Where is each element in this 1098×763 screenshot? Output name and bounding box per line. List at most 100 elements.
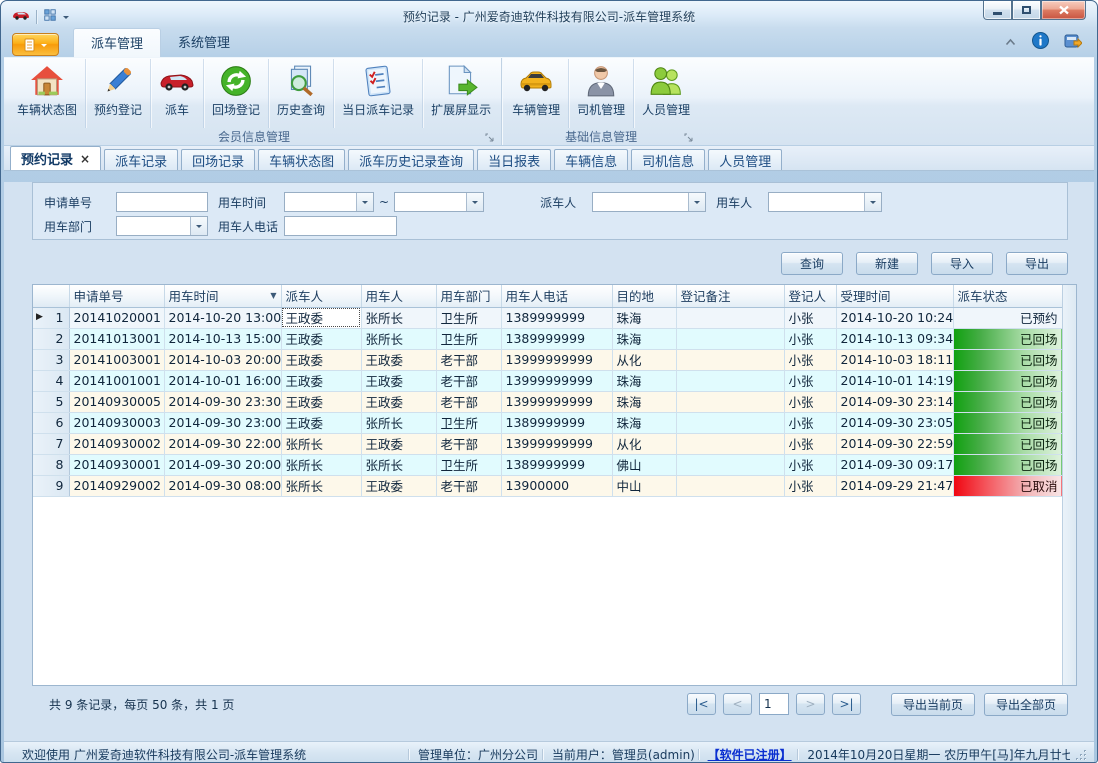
- cell-destination[interactable]: 中山: [612, 475, 676, 496]
- column-header-dispatcher[interactable]: 派车人: [281, 285, 361, 307]
- ribbon-button-today-list[interactable]: 当日派车记录: [333, 59, 422, 128]
- cell-registrar[interactable]: 小张: [784, 475, 836, 496]
- cell-use_time[interactable]: 2014-10-03 20:00: [164, 349, 281, 370]
- cell-status[interactable]: 已回场: [953, 433, 1062, 454]
- cell-status[interactable]: 已回场: [953, 412, 1062, 433]
- cell-dispatcher[interactable]: 张所长: [281, 433, 361, 454]
- export-current-page-button[interactable]: 导出当前页: [891, 693, 975, 716]
- cell-destination[interactable]: 佛山: [612, 454, 676, 475]
- ribbon-button-red-car[interactable]: 派车: [150, 59, 203, 128]
- cell-use_time[interactable]: 2014-10-13 15:00: [164, 328, 281, 349]
- cell-user[interactable]: 张所长: [361, 307, 436, 328]
- cell-remark[interactable]: [676, 349, 784, 370]
- chevron-down-icon[interactable]: [864, 193, 881, 211]
- cell-use_time[interactable]: 2014-09-30 23:00: [164, 412, 281, 433]
- table-row[interactable]: 8201409300012014-09-30 20:00张所长张所长卫生所138…: [33, 454, 1062, 475]
- cell-phone[interactable]: 13999999999: [501, 433, 612, 454]
- cell-apply_no[interactable]: 20140929002: [69, 475, 164, 496]
- cell-remark[interactable]: [676, 328, 784, 349]
- table-row[interactable]: ▶1201410200012014-10-20 13:00王政委张所长卫生所13…: [33, 307, 1062, 328]
- cell-registrar[interactable]: 小张: [784, 328, 836, 349]
- cell-registrar[interactable]: 小张: [784, 349, 836, 370]
- doc-tab-7[interactable]: 司机信息: [631, 149, 705, 170]
- cell-status[interactable]: 已回场: [953, 370, 1062, 391]
- cell-use_time[interactable]: 2014-09-30 22:00: [164, 433, 281, 454]
- query-button[interactable]: 查询: [781, 252, 843, 275]
- cell-accept_time[interactable]: 2014-10-01 14:19: [836, 370, 953, 391]
- quick-access-dropdown-icon[interactable]: [63, 16, 69, 22]
- cell-apply_no[interactable]: 20141003001: [69, 349, 164, 370]
- column-header-use_time[interactable]: 用车时间▼: [164, 285, 281, 307]
- ribbon-button-return-green[interactable]: 回场登记: [203, 59, 268, 128]
- table-row[interactable]: 5201409300052014-09-30 23:30王政委王政委老干部139…: [33, 391, 1062, 412]
- page-number-input[interactable]: [759, 693, 789, 715]
- cell-destination[interactable]: 从化: [612, 349, 676, 370]
- cell-phone[interactable]: 1389999999: [501, 328, 612, 349]
- cell-department[interactable]: 卫生所: [436, 307, 501, 328]
- cell-destination[interactable]: 珠海: [612, 370, 676, 391]
- close-tab-icon[interactable]: ×: [80, 152, 90, 166]
- table-row[interactable]: 3201410030012014-10-03 20:00王政委王政委老干部139…: [33, 349, 1062, 370]
- cell-apply_no[interactable]: 20140930003: [69, 412, 164, 433]
- cell-registrar[interactable]: 小张: [784, 454, 836, 475]
- export-all-pages-button[interactable]: 导出全部页: [984, 693, 1068, 716]
- doc-tab-5[interactable]: 当日报表: [477, 149, 551, 170]
- cell-destination[interactable]: 从化: [612, 433, 676, 454]
- cell-accept_time[interactable]: 2014-09-30 23:14: [836, 391, 953, 412]
- cell-registrar[interactable]: 小张: [784, 412, 836, 433]
- use-time-from-combo[interactable]: [284, 192, 374, 212]
- cell-destination[interactable]: 珠海: [612, 307, 676, 328]
- cell-destination[interactable]: 珠海: [612, 412, 676, 433]
- cell-dispatcher[interactable]: 王政委: [281, 328, 361, 349]
- column-header-user[interactable]: 用车人: [361, 285, 436, 307]
- cell-accept_time[interactable]: 2014-09-30 23:05: [836, 412, 953, 433]
- new-button[interactable]: 新建: [856, 252, 918, 275]
- cell-user[interactable]: 张所长: [361, 454, 436, 475]
- sort-dropdown-icon[interactable]: ▼: [270, 291, 276, 300]
- cell-accept_time[interactable]: 2014-10-03 18:11: [836, 349, 953, 370]
- style-switch-icon[interactable]: [1064, 33, 1082, 52]
- column-header-apply_no[interactable]: 申请单号: [69, 285, 164, 307]
- cell-destination[interactable]: 珠海: [612, 328, 676, 349]
- cell-user[interactable]: 王政委: [361, 475, 436, 496]
- ribbon-button-house[interactable]: 车辆状态图: [9, 59, 85, 128]
- cell-user[interactable]: 张所长: [361, 412, 436, 433]
- cell-accept_time[interactable]: 2014-09-29 21:47: [836, 475, 953, 496]
- cell-dispatcher[interactable]: 王政委: [281, 412, 361, 433]
- cell-user[interactable]: 王政委: [361, 370, 436, 391]
- cell-phone[interactable]: 1389999999: [501, 454, 612, 475]
- column-header-remark[interactable]: 登记备注: [676, 285, 784, 307]
- import-button[interactable]: 导入: [931, 252, 993, 275]
- doc-tab-6[interactable]: 车辆信息: [554, 149, 628, 170]
- cell-phone[interactable]: 1389999999: [501, 307, 612, 328]
- ribbon-button-history-search[interactable]: 历史查询: [268, 59, 333, 128]
- cell-remark[interactable]: [676, 370, 784, 391]
- dialog-launcher-icon[interactable]: [684, 132, 694, 142]
- dispatcher-combo[interactable]: [592, 192, 706, 212]
- cell-dispatcher[interactable]: 王政委: [281, 370, 361, 391]
- cell-department[interactable]: 老干部: [436, 349, 501, 370]
- ribbon-button-people[interactable]: 人员管理: [633, 59, 698, 128]
- apply-no-input[interactable]: [116, 192, 208, 212]
- cell-accept_time[interactable]: 2014-09-30 22:59: [836, 433, 953, 454]
- cell-registrar[interactable]: 小张: [784, 307, 836, 328]
- ribbon-button-pencil[interactable]: 预约登记: [85, 59, 150, 128]
- table-row[interactable]: 2201410130012014-10-13 15:00王政委张所长卫生所138…: [33, 328, 1062, 349]
- cell-status[interactable]: 已回场: [953, 328, 1062, 349]
- cell-phone[interactable]: 13999999999: [501, 391, 612, 412]
- cell-destination[interactable]: 珠海: [612, 391, 676, 412]
- cell-status[interactable]: 已回场: [953, 391, 1062, 412]
- doc-tab-2[interactable]: 回场记录: [181, 149, 255, 170]
- column-header-status[interactable]: 派车状态: [953, 285, 1062, 307]
- doc-tab-3[interactable]: 车辆状态图: [258, 149, 345, 170]
- cell-user[interactable]: 王政委: [361, 433, 436, 454]
- cell-department[interactable]: 卫生所: [436, 454, 501, 475]
- cell-department[interactable]: 卫生所: [436, 328, 501, 349]
- department-combo[interactable]: [116, 216, 208, 236]
- last-page-button[interactable]: >|: [832, 693, 861, 715]
- cell-apply_no[interactable]: 20141013001: [69, 328, 164, 349]
- cell-dispatcher[interactable]: 王政委: [281, 391, 361, 412]
- column-header-accept_time[interactable]: 受理时间: [836, 285, 953, 307]
- cell-remark[interactable]: [676, 454, 784, 475]
- cell-phone[interactable]: 1389999999: [501, 412, 612, 433]
